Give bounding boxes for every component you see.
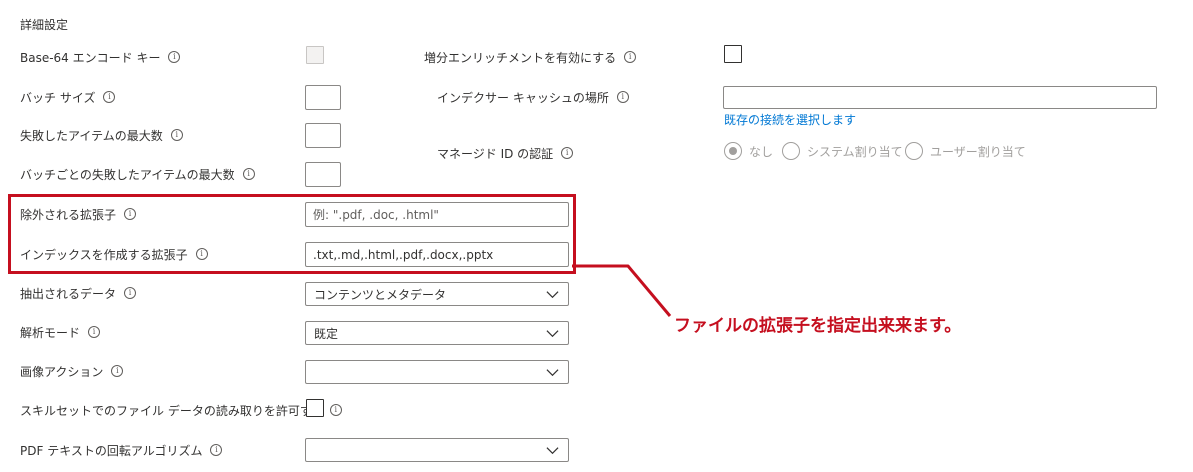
max-failed-per-batch-label: バッチごとの失敗したアイテムの最大数 i bbox=[20, 165, 255, 183]
cache-location-label-text: インデクサー キャッシュの場所 bbox=[437, 90, 609, 105]
parsing-mode-label-text: 解析モード bbox=[20, 325, 81, 340]
extracted-data-value: コンテンツとメタデータ bbox=[314, 287, 447, 302]
info-icon[interactable]: i bbox=[242, 168, 255, 180]
batch-size-input[interactable] bbox=[305, 85, 341, 110]
managed-id-label-text: マネージド ID の認証 bbox=[437, 146, 554, 161]
chevron-down-icon bbox=[546, 330, 559, 338]
excluded-ext-label-text: 除外される拡張子 bbox=[20, 207, 117, 222]
info-icon[interactable]: i bbox=[170, 129, 183, 141]
batch-size-label-text: バッチ サイズ bbox=[20, 90, 96, 105]
extracted-data-label: 抽出されるデータ i bbox=[20, 284, 137, 302]
base64-label: Base-64 エンコード キー i bbox=[20, 48, 181, 66]
section-title: 詳細設定 bbox=[20, 17, 69, 32]
info-icon[interactable]: i bbox=[624, 51, 637, 63]
radio-system-assigned[interactable]: システム割り当て bbox=[782, 142, 903, 160]
image-action-select[interactable] bbox=[305, 360, 569, 384]
base64-checkbox bbox=[306, 46, 324, 64]
extracted-data-select[interactable]: コンテンツとメタデータ bbox=[305, 282, 569, 306]
annotation-text: ファイルの拡張子を指定出来来ます。 bbox=[674, 316, 962, 336]
info-icon[interactable]: i bbox=[103, 91, 116, 103]
chevron-down-icon bbox=[546, 291, 559, 299]
radio-none-label: なし bbox=[749, 144, 774, 159]
extracted-data-label-text: 抽出されるデータ bbox=[20, 286, 117, 301]
info-icon[interactable]: i bbox=[111, 365, 124, 377]
base64-label-text: Base-64 エンコード キー bbox=[20, 50, 161, 65]
incremental-label-text: 増分エンリッチメントを有効にする bbox=[424, 50, 617, 65]
info-icon[interactable]: i bbox=[124, 287, 137, 299]
managed-id-label: マネージド ID の認証 i bbox=[437, 144, 574, 162]
radio-user-assigned-label: ユーザー割り当て bbox=[930, 144, 1026, 159]
pdf-rotation-label: PDF テキストの回転アルゴリズム i bbox=[20, 441, 223, 459]
radio-circle bbox=[905, 142, 923, 160]
radio-user-assigned[interactable]: ユーザー割り当て bbox=[905, 142, 1026, 160]
indexed-ext-label-text: インデックスを作成する拡張子 bbox=[20, 247, 188, 262]
max-failed-label: 失敗したアイテムの最大数 i bbox=[20, 126, 183, 144]
incremental-label: 増分エンリッチメントを有効にする i bbox=[424, 48, 637, 66]
excluded-ext-input[interactable]: 例: ".pdf, .doc, .html" bbox=[305, 202, 569, 227]
radio-circle bbox=[782, 142, 800, 160]
image-action-label: 画像アクション i bbox=[20, 362, 124, 380]
info-icon[interactable]: i bbox=[616, 91, 629, 103]
indexed-ext-input[interactable]: .txt,.md,.html,.pdf,.docx,.pptx bbox=[305, 242, 569, 267]
radio-none[interactable]: なし bbox=[724, 142, 773, 160]
parsing-mode-select[interactable]: 既定 bbox=[305, 321, 569, 345]
image-action-label-text: 画像アクション bbox=[20, 364, 104, 379]
callout-arrow bbox=[572, 264, 672, 317]
incremental-checkbox[interactable] bbox=[724, 45, 742, 63]
max-failed-label-text: 失敗したアイテムの最大数 bbox=[20, 128, 163, 143]
radio-system-assigned-label: システム割り当て bbox=[807, 144, 903, 159]
info-icon[interactable]: i bbox=[329, 404, 342, 416]
allow-skillset-label-text: スキルセットでのファイル データの読み取りを許可する bbox=[20, 403, 324, 418]
chevron-down-icon bbox=[546, 447, 559, 455]
max-failed-per-batch-input[interactable] bbox=[305, 162, 341, 187]
info-icon[interactable]: i bbox=[168, 51, 181, 63]
pdf-rotation-select[interactable] bbox=[305, 438, 569, 462]
radio-circle bbox=[724, 142, 742, 160]
allow-skillset-checkbox[interactable] bbox=[306, 399, 324, 417]
max-failed-input[interactable] bbox=[305, 123, 341, 148]
info-icon[interactable]: i bbox=[210, 444, 223, 456]
select-existing-connection-link[interactable]: 既存の接続を選択します bbox=[724, 111, 856, 128]
allow-skillset-label: スキルセットでのファイル データの読み取りを許可する i bbox=[20, 401, 342, 419]
pdf-rotation-label-text: PDF テキストの回転アルゴリズム bbox=[20, 443, 203, 458]
indexed-ext-label: インデックスを作成する拡張子 i bbox=[20, 245, 208, 263]
parsing-mode-label: 解析モード i bbox=[20, 323, 101, 341]
parsing-mode-value: 既定 bbox=[314, 326, 339, 341]
excluded-ext-label: 除外される拡張子 i bbox=[20, 205, 137, 223]
cache-location-input[interactable] bbox=[723, 86, 1157, 109]
chevron-down-icon bbox=[546, 369, 559, 377]
info-icon[interactable]: i bbox=[561, 147, 574, 159]
max-failed-per-batch-label-text: バッチごとの失敗したアイテムの最大数 bbox=[20, 167, 235, 182]
cache-location-label: インデクサー キャッシュの場所 i bbox=[437, 88, 629, 106]
info-icon[interactable]: i bbox=[88, 326, 101, 338]
info-icon[interactable]: i bbox=[195, 248, 208, 260]
info-icon[interactable]: i bbox=[124, 208, 137, 220]
batch-size-label: バッチ サイズ i bbox=[20, 88, 116, 106]
